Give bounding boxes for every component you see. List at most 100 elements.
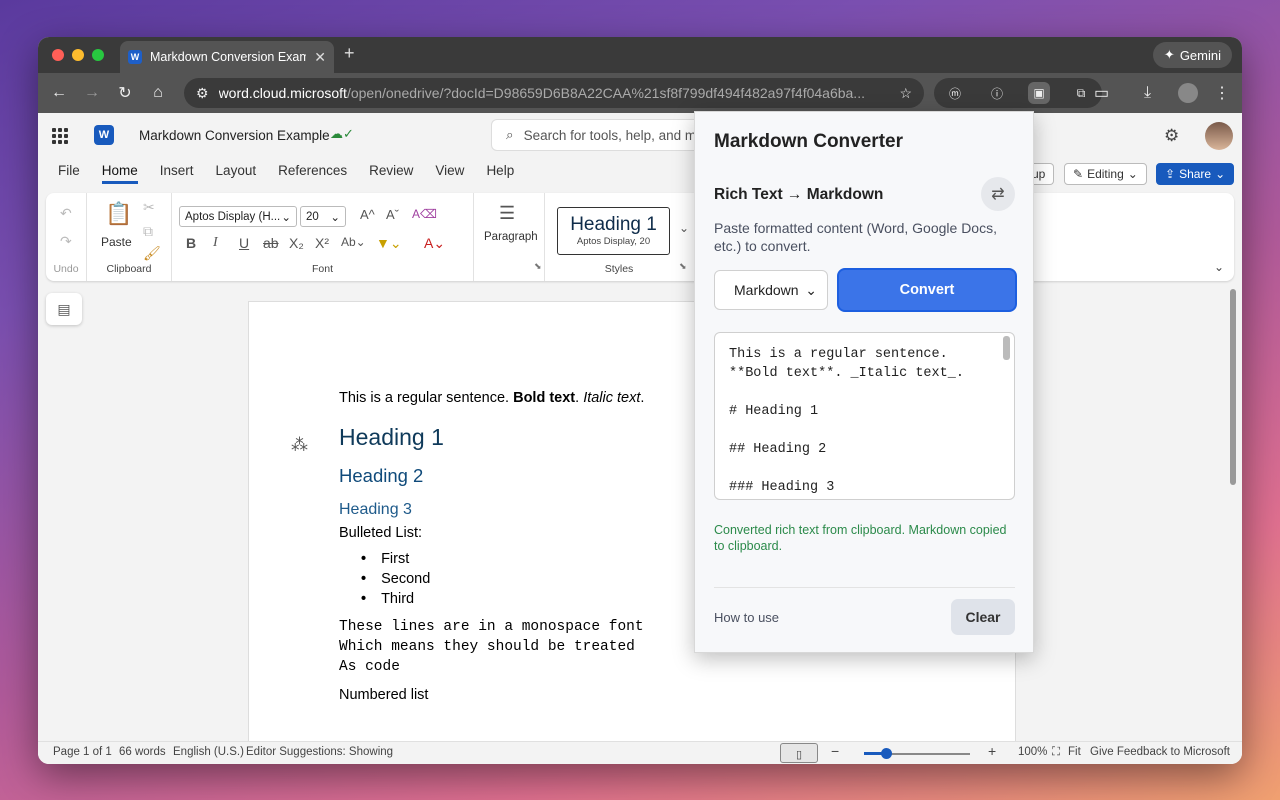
site-settings-icon[interactable]: ⚙ — [196, 85, 209, 102]
more-menu-icon[interactable]: ⋮ — [1214, 78, 1230, 108]
zoom-level[interactable]: 100% — [1018, 746, 1047, 758]
cut-icon[interactable]: ✂ — [143, 199, 155, 216]
font-name-dropdown[interactable]: Aptos Display (H... ⌄ — [179, 206, 297, 227]
user-avatar[interactable] — [1205, 122, 1233, 150]
feedback-link[interactable]: Give Feedback to Microsoft — [1090, 746, 1230, 758]
zoom-slider-handle[interactable] — [881, 748, 892, 759]
document-scrollbar[interactable] — [1230, 289, 1236, 485]
output-line: ## Heading 2 — [729, 442, 827, 457]
new-tab-icon[interactable]: + — [344, 43, 355, 64]
format-painter-icon[interactable]: 🖌 — [143, 245, 161, 262]
settings-gear-icon[interactable]: ⚙ — [1164, 126, 1179, 146]
cast-icon[interactable]: ▭ — [1094, 78, 1109, 108]
styles-group-label: Styles — [604, 263, 634, 275]
underline-icon[interactable]: U — [239, 235, 249, 251]
copy-icon[interactable]: ⧉ — [143, 223, 153, 240]
font-size-dropdown[interactable]: 20 ⌄ — [300, 206, 346, 227]
extension-m-icon[interactable]: ⓜ — [944, 82, 966, 104]
editing-label: Editing — [1087, 167, 1124, 181]
style-heading-name: Heading 1 — [570, 214, 657, 235]
clear-formatting-icon[interactable]: A⌫ — [412, 207, 437, 221]
magic-wand-icon[interactable]: ⁂ — [291, 435, 308, 455]
list-item-text: First — [381, 551, 410, 567]
clear-button[interactable]: Clear — [951, 599, 1015, 635]
bold-icon[interactable]: B — [186, 235, 196, 251]
tab-view[interactable]: View — [435, 163, 464, 184]
zoom-in-icon[interactable]: + — [988, 743, 996, 759]
swap-direction-button[interactable]: ⇄ — [981, 177, 1015, 211]
share-button[interactable]: ⇪ Share ⌄ — [1156, 163, 1235, 185]
tab-home[interactable]: Home — [101, 163, 138, 184]
tab-insert[interactable]: Insert — [160, 163, 194, 184]
markdown-converter-extension-icon[interactable]: ▣ — [1028, 82, 1050, 104]
home-icon[interactable]: ⌂ — [146, 81, 170, 105]
reload-icon[interactable]: ↻ — [113, 81, 137, 105]
download-icon[interactable]: ⤓ — [1144, 78, 1151, 108]
paste-clipboard-icon[interactable]: 📋 — [105, 201, 132, 227]
shrink-font-icon[interactable]: Aˇ — [386, 207, 399, 222]
undo-icon[interactable]: ↶ — [60, 205, 72, 222]
subscript-icon[interactable]: X₂ — [289, 235, 304, 251]
doc-heading-3: Heading 3 — [339, 501, 412, 518]
gemini-button[interactable]: ✦ Gemini — [1152, 42, 1232, 68]
collapse-ribbon-icon[interactable]: ⌄ — [1214, 260, 1224, 274]
format-select-value: Markdown — [734, 282, 799, 298]
close-window-button[interactable] — [52, 49, 64, 61]
font-color-icon[interactable]: A⌄ — [424, 235, 445, 252]
zoom-out-icon[interactable]: − — [831, 743, 839, 759]
fit-icon: ⛶ — [1052, 746, 1061, 758]
print-layout-button[interactable]: ▯ — [780, 743, 818, 763]
grow-font-icon[interactable]: A^ — [360, 207, 375, 222]
back-icon[interactable]: ← — [47, 81, 71, 105]
active-tab[interactable]: W Markdown Conversion Example ✕ — [120, 41, 334, 73]
language[interactable]: English (U.S.) — [173, 746, 244, 758]
tab-layout[interactable]: Layout — [216, 163, 257, 184]
navigation-pane-button[interactable]: ▤ — [46, 293, 82, 325]
style-heading1-card[interactable]: Heading 1 Aptos Display, 20 — [557, 207, 670, 255]
superscript-icon[interactable]: X² — [315, 235, 329, 251]
redo-icon[interactable]: ↷ — [60, 233, 72, 250]
close-tab-icon[interactable]: ✕ — [314, 49, 326, 66]
app-launcher-icon[interactable] — [52, 128, 68, 144]
dialog-launcher-icon[interactable]: ⬊ — [534, 261, 542, 272]
tab-references[interactable]: References — [278, 163, 347, 184]
maximize-window-button[interactable] — [92, 49, 104, 61]
chevron-down-icon: ⌄ — [1215, 167, 1226, 181]
bulleted-list: First Second Third — [361, 551, 644, 607]
paragraph-group[interactable]: ☰ Paragraph ⬊ — [474, 193, 545, 281]
puzzle-extensions-icon[interactable]: ⧉ — [1070, 82, 1092, 104]
address-bar[interactable]: ⚙ word.cloud.microsoft/open/onedrive/?do… — [184, 78, 924, 108]
separator-text: . — [575, 390, 584, 406]
saved-cloud-icon[interactable]: ☁✓ — [330, 126, 354, 142]
bookmark-star-icon[interactable]: ☆ — [899, 85, 912, 102]
markdown-output-textarea[interactable]: This is a regular sentence. **Bold text**… — [714, 332, 1015, 500]
change-case-icon[interactable]: Ab⌄ — [341, 235, 366, 249]
styles-launcher-icon[interactable]: ⬊ — [679, 261, 687, 272]
paste-label[interactable]: Paste — [101, 235, 132, 249]
tab-help[interactable]: Help — [486, 163, 514, 184]
fit-button[interactable]: Fit — [1068, 746, 1081, 758]
popup-title: Markdown Converter — [714, 131, 903, 152]
highlight-icon[interactable]: ▼⌄ — [376, 235, 402, 252]
minimize-window-button[interactable] — [72, 49, 84, 61]
password-manager-icon[interactable]: ⓘ — [986, 82, 1008, 104]
italic-icon[interactable]: I — [213, 235, 218, 251]
convert-button[interactable]: Convert — [837, 268, 1017, 312]
how-to-use-link[interactable]: How to use — [714, 610, 779, 625]
forward-icon[interactable]: → — [80, 81, 104, 105]
tab-file[interactable]: File — [58, 163, 80, 184]
document-title[interactable]: Markdown Conversion Example — [139, 128, 330, 143]
word-count[interactable]: 66 words — [119, 746, 166, 758]
strikethrough-icon[interactable]: ab — [263, 235, 279, 251]
editing-mode-button[interactable]: ✎ Editing ⌄ — [1064, 163, 1147, 185]
search-box[interactable]: ⌕ Search for tools, help, and m — [491, 119, 701, 151]
editor-suggestions[interactable]: Editor Suggestions: Showing — [246, 746, 393, 758]
output-scrollbar[interactable] — [1003, 336, 1010, 360]
styles-more-icon[interactable]: ⌄ — [679, 221, 689, 235]
profile-avatar[interactable] — [1178, 83, 1198, 103]
monospace-block: These lines are in a monospace font Whic… — [339, 617, 644, 677]
output-line: **Bold text**. _Italic text_. — [729, 366, 964, 381]
format-select[interactable]: Markdown ⌄ — [714, 270, 828, 310]
tab-review[interactable]: Review — [369, 163, 413, 184]
